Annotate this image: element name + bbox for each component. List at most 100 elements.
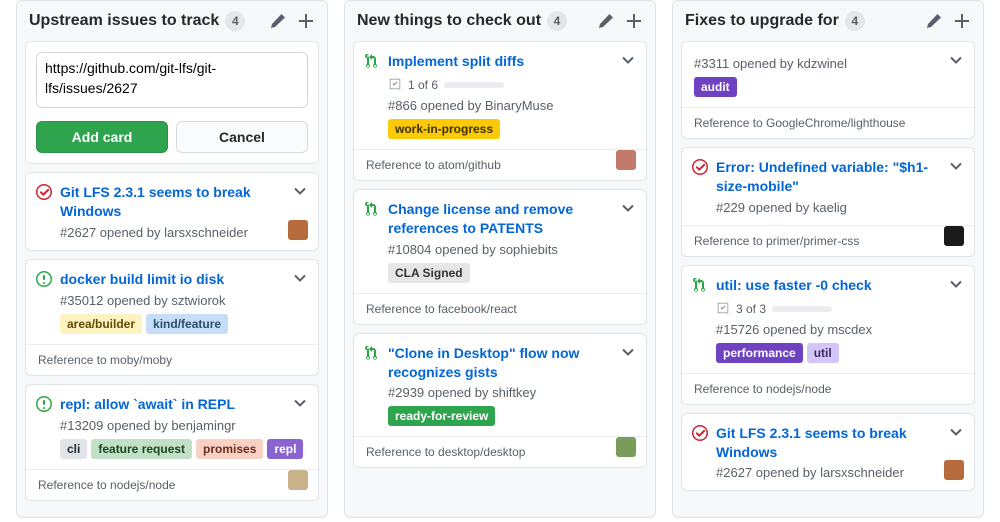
pencil-icon[interactable] (269, 12, 287, 30)
card-meta: #15726 opened by mscdex (716, 322, 962, 337)
add-card-input[interactable] (36, 52, 308, 108)
labels-row: ready-for-review (388, 406, 634, 426)
label[interactable]: audit (694, 77, 737, 97)
column-count-badge: 4 (225, 11, 245, 31)
assignee-avatar[interactable] (616, 150, 636, 170)
assignee-avatar[interactable] (288, 470, 308, 490)
assignee-avatar[interactable] (616, 437, 636, 457)
card-title-link[interactable]: repl: allow `await` in REPL (60, 395, 306, 414)
card-title-link[interactable]: docker build limit io disk (60, 270, 306, 289)
labels-row: work-in-progress (388, 119, 634, 139)
label[interactable]: ready-for-review (388, 406, 495, 426)
card-meta: #35012 opened by sztwiorok (60, 293, 306, 308)
pencil-icon[interactable] (925, 12, 943, 30)
project-card[interactable]: Error: Undefined variable: "$h1-size-mob… (681, 147, 975, 257)
add-card-button[interactable]: Add card (36, 121, 168, 153)
card-title-link[interactable]: Git LFS 2.3.1 seems to break Windows (60, 183, 306, 221)
assignee-avatar[interactable] (944, 460, 964, 480)
card-reference: Reference to GoogleChrome/lighthouse (682, 107, 974, 138)
card-reference: Reference to nodejs/node (26, 469, 318, 500)
project-card[interactable]: "Clone in Desktop" flow now recognizes g… (353, 333, 647, 469)
project-card[interactable]: Git LFS 2.3.1 seems to break Windows#262… (681, 413, 975, 492)
label[interactable]: promises (196, 439, 263, 459)
chevron-down-icon[interactable] (946, 422, 966, 442)
card-title-link[interactable]: Error: Undefined variable: "$h1-size-mob… (716, 158, 962, 196)
card-meta: #229 opened by kaelig (716, 200, 962, 215)
label[interactable]: feature request (91, 439, 192, 459)
label[interactable]: util (807, 343, 839, 363)
plus-icon[interactable] (953, 12, 971, 30)
cancel-button[interactable]: Cancel (176, 121, 308, 153)
label[interactable]: repl (267, 439, 303, 459)
card-meta: #866 opened by BinaryMuse (388, 98, 634, 113)
label[interactable]: cli (60, 439, 87, 459)
pr-open-icon (364, 201, 380, 217)
task-count: 3 of 3 (736, 302, 766, 316)
card-title-link[interactable]: Change license and remove references to … (388, 200, 634, 238)
card-reference: Reference to moby/moby (26, 344, 318, 375)
label[interactable]: area/builder (60, 314, 142, 334)
issue-closed-icon (36, 184, 52, 200)
task-progress: 3 of 3 (716, 301, 962, 318)
checklist-icon (716, 301, 730, 318)
progress-bar (444, 82, 504, 88)
task-progress: 1 of 6 (388, 77, 634, 94)
chevron-down-icon[interactable] (946, 156, 966, 176)
progress-bar (772, 306, 832, 312)
add-card-form: Add cardCancel (25, 41, 319, 164)
pr-open-icon (364, 345, 380, 361)
card-title-link[interactable]: Implement split diffs (388, 52, 634, 71)
label[interactable]: performance (716, 343, 803, 363)
labels-row: clifeature requestpromisesrepl (60, 439, 306, 459)
project-column: Upstream issues to track 4 Add cardCancel G… (16, 0, 328, 518)
chevron-down-icon[interactable] (618, 342, 638, 362)
chevron-down-icon[interactable] (618, 198, 638, 218)
card-meta: #13209 opened by benjamingr (60, 418, 306, 433)
plus-icon[interactable] (297, 12, 315, 30)
issue-closed-icon (692, 425, 708, 441)
column-title: Upstream issues to track (29, 12, 219, 30)
project-card[interactable]: docker build limit io disk #35012 opened … (25, 259, 319, 376)
project-card[interactable]: util: use faster -0 check 3 of 3 #15726 op… (681, 265, 975, 405)
chevron-down-icon[interactable] (290, 393, 310, 413)
issue-open-icon (36, 396, 52, 412)
chevron-down-icon[interactable] (290, 181, 310, 201)
card-reference: Reference to atom/github (354, 149, 646, 180)
card-reference: Reference to desktop/desktop (354, 436, 646, 467)
column-count-badge: 4 (845, 11, 865, 31)
project-card[interactable]: #3311 opened by kdzwinelauditReference t… (681, 41, 975, 139)
chevron-down-icon[interactable] (290, 268, 310, 288)
card-title-link[interactable]: "Clone in Desktop" flow now recognizes g… (388, 344, 634, 382)
card-meta: #2939 opened by shiftkey (388, 385, 634, 400)
card-reference: Reference to nodejs/node (682, 373, 974, 404)
plus-icon[interactable] (625, 12, 643, 30)
project-card[interactable]: Git LFS 2.3.1 seems to break Windows#262… (25, 172, 319, 251)
chevron-down-icon[interactable] (946, 50, 966, 70)
pencil-icon[interactable] (597, 12, 615, 30)
project-card[interactable]: repl: allow `await` in REPL #13209 opened… (25, 384, 319, 501)
issue-open-icon (36, 271, 52, 287)
pr-open-icon (364, 53, 380, 69)
label[interactable]: work-in-progress (388, 119, 500, 139)
column-count-badge: 4 (547, 11, 567, 31)
checklist-icon (388, 77, 402, 94)
label[interactable]: CLA Signed (388, 263, 470, 283)
assignee-avatar[interactable] (288, 220, 308, 240)
labels-row: audit (694, 77, 962, 97)
issue-closed-icon (692, 159, 708, 175)
task-count: 1 of 6 (408, 78, 438, 92)
card-reference: Reference to facebook/react (354, 293, 646, 324)
chevron-down-icon[interactable] (946, 274, 966, 294)
project-column: New things to check out4Implement split … (344, 0, 656, 518)
labels-row: area/builderkind/feature (60, 314, 306, 334)
column-body: #3311 opened by kdzwinelauditReference t… (673, 41, 983, 507)
labels-row: CLA Signed (388, 263, 634, 283)
card-title-link[interactable]: util: use faster -0 check (716, 276, 962, 295)
label[interactable]: kind/feature (146, 314, 228, 334)
project-card[interactable]: Implement split diffs 1 of 6 #866 opened b… (353, 41, 647, 181)
chevron-down-icon[interactable] (618, 50, 638, 70)
column-header: Fixes to upgrade for4 (673, 1, 983, 41)
project-card[interactable]: Change license and remove references to … (353, 189, 647, 325)
card-title-link[interactable]: Git LFS 2.3.1 seems to break Windows (716, 424, 962, 462)
assignee-avatar[interactable] (944, 226, 964, 246)
